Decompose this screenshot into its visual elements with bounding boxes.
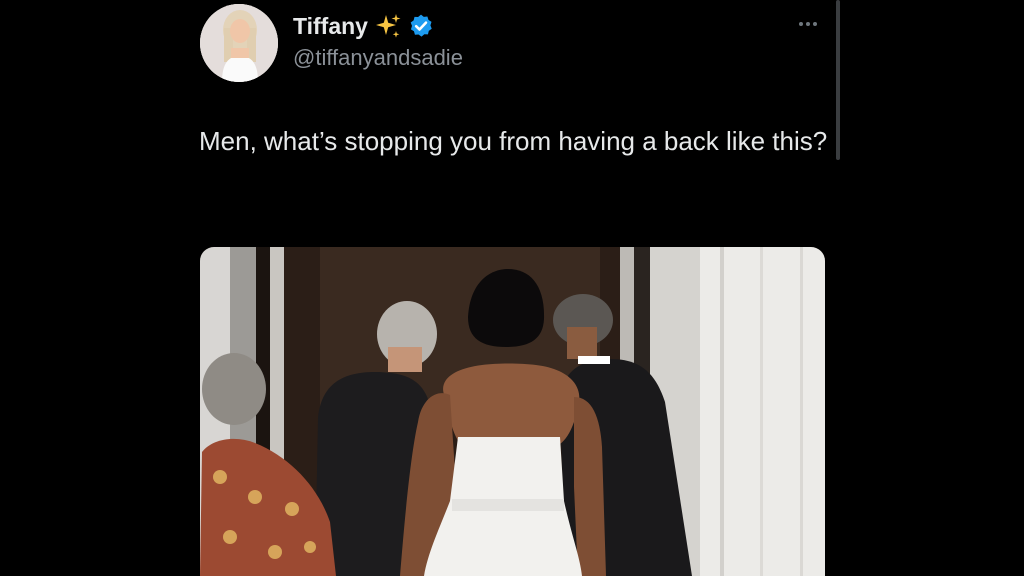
tweet-text: Men, what’s stopping you from having a b…	[199, 126, 828, 156]
more-options-icon-dot	[799, 22, 803, 26]
verified-badge-icon[interactable]	[408, 13, 434, 39]
scrollbar[interactable]	[836, 0, 840, 160]
author-display-name[interactable]: Tiffany	[293, 13, 368, 40]
avatar[interactable]	[200, 4, 278, 82]
author-handle[interactable]: @tiffanyandsadie	[293, 45, 463, 71]
sparkles-icon	[375, 14, 401, 38]
avatar-image	[200, 4, 278, 82]
author-name-row[interactable]: Tiffany	[293, 11, 434, 41]
more-options-icon-dot	[813, 22, 817, 26]
photo-image	[200, 247, 825, 576]
tweet-card: Tiffany @tiffanyandsadie Men, what’s sto…	[0, 0, 1024, 576]
more-options-icon-dot	[806, 22, 810, 26]
more-options-button[interactable]	[792, 12, 824, 36]
tweet-media-photo[interactable]	[200, 247, 825, 576]
